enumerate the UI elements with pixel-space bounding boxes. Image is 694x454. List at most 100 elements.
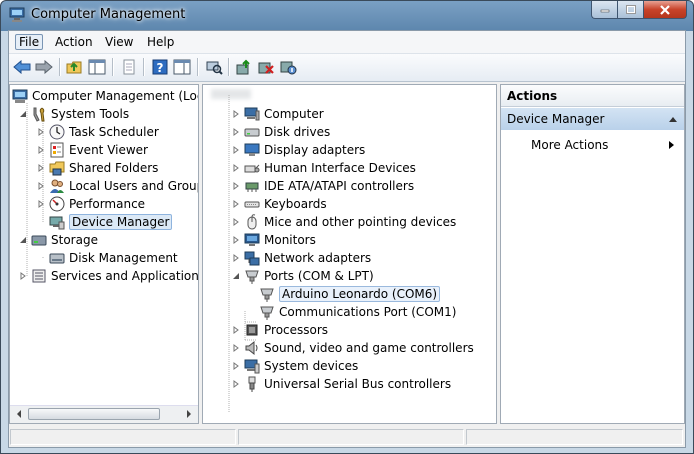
title-bar[interactable]: Computer Management — [1, 1, 693, 29]
device-tree-pane[interactable]: Computer Disk drives Display adapters Hu… — [202, 84, 497, 424]
device-category-ports[interactable]: Ports (COM & LPT) — [231, 267, 374, 285]
toolbar: ? — [9, 54, 685, 82]
expand-arrow-icon[interactable] — [18, 271, 28, 281]
device-category-processors[interactable]: Processors — [231, 321, 328, 339]
show-hide-tree-button[interactable] — [87, 57, 107, 77]
expand-arrow-icon[interactable] — [231, 163, 241, 173]
maximize-icon — [625, 5, 636, 14]
scroll-right-icon[interactable] — [184, 409, 194, 419]
tree-node-system-tools[interactable]: System Tools — [18, 105, 129, 123]
actions-section-label: Device Manager — [507, 112, 605, 126]
status-segment — [466, 429, 683, 445]
device-category-display-adapters[interactable]: Display adapters — [231, 141, 365, 159]
tree-node-device-manager[interactable]: Device Manager — [49, 213, 173, 231]
device-category-keyboards[interactable]: Keyboards — [231, 195, 327, 213]
menu-file[interactable]: File — [15, 34, 44, 50]
close-button[interactable] — [643, 1, 687, 19]
tree-node-event-viewer[interactable]: Event Viewer — [36, 141, 148, 159]
scan-hardware-button[interactable] — [204, 57, 224, 77]
status-segment — [238, 429, 464, 445]
status-segment — [10, 429, 236, 445]
forward-button[interactable] — [34, 57, 54, 77]
collapse-arrow-icon[interactable] — [18, 109, 28, 119]
expand-arrow-icon[interactable] — [231, 145, 241, 155]
system-devices-icon — [244, 358, 260, 374]
tree-node-performance[interactable]: Performance — [36, 195, 145, 213]
port-icon — [259, 286, 275, 302]
expand-arrow-icon[interactable] — [231, 217, 241, 227]
scroll-left-icon[interactable] — [14, 409, 24, 419]
usb-icon — [244, 376, 260, 392]
device-category-network[interactable]: Network adapters — [231, 249, 371, 267]
disk-drive-icon — [244, 124, 260, 140]
tree-node-task-scheduler[interactable]: Task Scheduler — [36, 123, 159, 141]
device-category-system-devices[interactable]: System devices — [231, 357, 358, 375]
show-action-pane-button[interactable] — [172, 57, 192, 77]
menu-action[interactable]: Action — [51, 34, 97, 50]
tree-node-services[interactable]: Services and Applications — [18, 267, 198, 285]
uninstall-button[interactable] — [256, 57, 276, 77]
expand-arrow-icon[interactable] — [231, 109, 241, 119]
up-folder-icon — [66, 61, 82, 74]
tree-node-disk-management[interactable]: Disk Management — [49, 249, 178, 267]
collapse-arrow-icon[interactable] — [18, 235, 28, 245]
tree-node-shared-folders[interactable]: Shared Folders — [36, 159, 158, 177]
tree-node-local-users[interactable]: Local Users and Groups — [36, 177, 198, 195]
expand-arrow-icon[interactable] — [36, 163, 46, 173]
help-button[interactable]: ? — [150, 57, 170, 77]
device-communications-port[interactable]: Communications Port (COM1) — [259, 303, 456, 321]
shared-folder-icon — [49, 160, 65, 176]
submenu-arrow-icon — [669, 141, 674, 149]
expand-arrow-icon[interactable] — [36, 127, 46, 137]
disable-device-button[interactable] — [278, 57, 298, 77]
actions-section-device-manager[interactable]: Device Manager — [501, 108, 684, 130]
device-category-mice[interactable]: Mice and other pointing devices — [231, 213, 456, 231]
device-arduino-leonardo[interactable]: Arduino Leonardo (COM6) — [259, 285, 441, 303]
export-list-button[interactable] — [119, 57, 139, 77]
port-icon — [244, 268, 260, 284]
tree-node-root[interactable]: Computer Management (Local — [12, 87, 198, 105]
actions-pane: Actions Device Manager More Actions — [500, 84, 685, 424]
computer-icon — [244, 106, 260, 122]
device-category-monitors[interactable]: Monitors — [231, 231, 316, 249]
hid-icon — [244, 160, 260, 176]
console-tree-pane[interactable]: Computer Management (Local System Tools … — [9, 84, 199, 424]
console-tree-icon — [88, 59, 106, 75]
horizontal-scrollbar[interactable] — [10, 405, 198, 423]
menu-help[interactable]: Help — [143, 34, 178, 50]
expand-arrow-icon[interactable] — [231, 253, 241, 263]
back-button[interactable] — [12, 57, 32, 77]
app-window: Computer Management File Action View Hel… — [0, 0, 694, 454]
maximize-button[interactable] — [617, 1, 643, 19]
expand-arrow-icon[interactable] — [231, 235, 241, 245]
expand-arrow-icon[interactable] — [231, 127, 241, 137]
expand-arrow-icon[interactable] — [231, 361, 241, 371]
expand-arrow-icon[interactable] — [231, 343, 241, 353]
minimize-button[interactable] — [591, 1, 617, 19]
menu-view[interactable]: View — [101, 34, 137, 50]
expand-arrow-icon[interactable] — [36, 199, 46, 209]
device-category-ide[interactable]: IDE ATA/ATAPI controllers — [231, 177, 414, 195]
expand-arrow-icon[interactable] — [36, 145, 46, 155]
update-driver-button[interactable] — [234, 57, 254, 77]
expand-arrow-icon[interactable] — [231, 325, 241, 335]
device-category-usb[interactable]: Universal Serial Bus controllers — [231, 375, 451, 393]
device-category-sound[interactable]: Sound, video and game controllers — [231, 339, 474, 357]
expand-arrow-icon[interactable] — [231, 379, 241, 389]
expand-arrow-icon[interactable] — [36, 181, 46, 191]
device-category-disk-drives[interactable]: Disk drives — [231, 123, 330, 141]
scrollbar-thumb[interactable] — [28, 408, 160, 420]
device-category-computer[interactable]: Computer — [231, 105, 324, 123]
more-actions-item[interactable]: More Actions — [501, 135, 684, 155]
tree-node-storage[interactable]: Storage — [18, 231, 98, 249]
expand-arrow-icon[interactable] — [231, 181, 241, 191]
scan-hardware-icon — [206, 61, 223, 75]
expand-arrow-icon[interactable] — [231, 199, 241, 209]
collapse-up-icon[interactable] — [668, 115, 678, 123]
device-category-hid[interactable]: Human Interface Devices — [231, 159, 416, 177]
document-icon — [123, 59, 135, 75]
window-title: Computer Management — [31, 7, 186, 22]
up-folder-button[interactable] — [65, 57, 85, 77]
collapse-arrow-icon[interactable] — [231, 271, 241, 281]
performance-icon — [49, 196, 65, 212]
